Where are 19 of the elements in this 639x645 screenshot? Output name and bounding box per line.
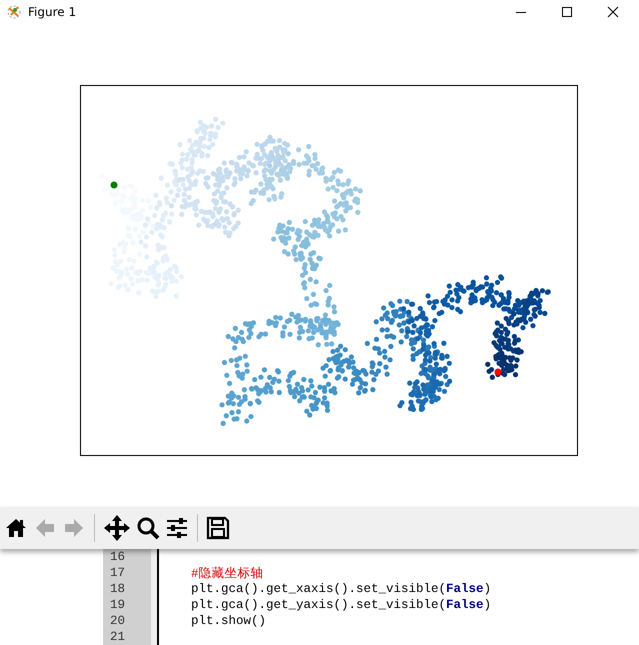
line-number: 16 (110, 550, 126, 564)
search-icon[interactable] (136, 516, 160, 540)
line-number: 19 (110, 598, 126, 612)
move-icon[interactable] (103, 514, 131, 542)
line-number: 17 (110, 566, 126, 580)
window-title: Figure 1 (28, 5, 76, 19)
app-icon (6, 4, 22, 20)
code-line: plt.gca().get_xaxis().set_visible(False) (191, 582, 492, 596)
close-icon[interactable] (607, 6, 619, 18)
save-icon[interactable] (206, 516, 230, 540)
home-icon[interactable] (4, 516, 28, 540)
line-number: 20 (110, 614, 126, 628)
code-line: plt.show() (191, 614, 266, 628)
code-line: #隐藏坐标轴 (191, 566, 264, 582)
code-line: plt.gca().get_yaxis().set_visible(False) (191, 598, 492, 612)
line-number: 18 (110, 582, 126, 596)
sliders-icon[interactable] (165, 516, 189, 540)
maximize-icon[interactable] (561, 6, 573, 18)
line-number: 21 (110, 630, 126, 644)
